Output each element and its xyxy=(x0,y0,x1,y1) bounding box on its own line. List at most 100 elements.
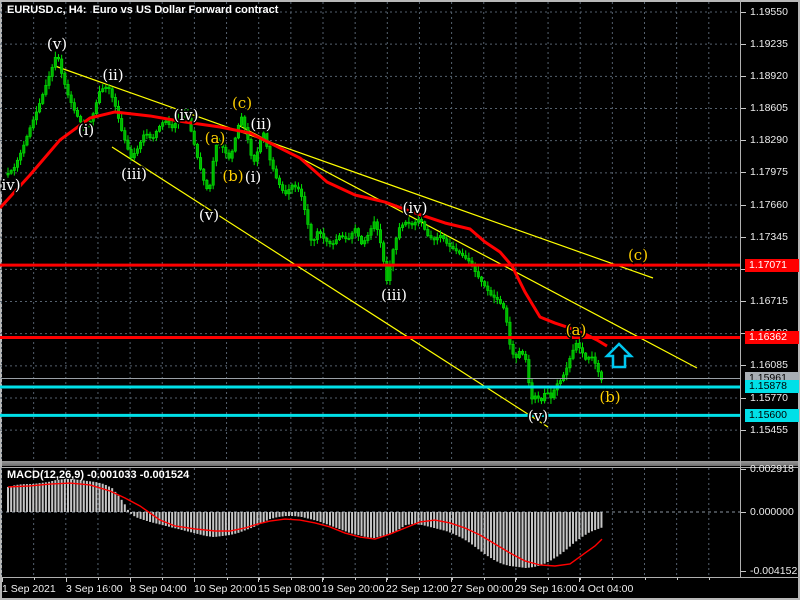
up-arrow-icon[interactable] xyxy=(607,344,631,367)
axis-tick xyxy=(741,205,746,206)
candle-body xyxy=(234,138,236,151)
candle-body xyxy=(29,128,31,137)
candle-body xyxy=(304,197,306,210)
macd-histogram-bar xyxy=(329,512,331,525)
wave-label[interactable]: (i) xyxy=(78,121,95,139)
candle-body xyxy=(10,171,12,174)
macd-histogram-bar xyxy=(496,512,498,562)
candle-body xyxy=(297,187,299,189)
candle-body xyxy=(433,238,435,240)
macd-histogram-bar xyxy=(348,512,350,533)
candle-body xyxy=(291,185,293,189)
wave-label[interactable]: (i) xyxy=(245,168,262,186)
candle-body xyxy=(597,363,599,372)
macd-canvas[interactable] xyxy=(0,467,800,577)
macd-signal-value: -0.001524 xyxy=(140,469,190,481)
macd-histogram-bar xyxy=(278,512,280,517)
candle-body xyxy=(155,131,157,137)
wave-label[interactable]: (iii) xyxy=(381,286,407,304)
candle-body xyxy=(335,240,337,244)
candle-body xyxy=(332,244,334,245)
price-level-chip[interactable]: 1.15600 xyxy=(745,409,799,422)
axis-tick xyxy=(741,108,746,109)
price-tick-label: 1.17345 xyxy=(750,231,788,243)
macd-histogram-bar xyxy=(282,512,284,516)
candle-body xyxy=(468,258,470,261)
price-level-chip[interactable]: 1.16362 xyxy=(745,331,799,344)
candle-body xyxy=(452,246,454,248)
macd-histogram-bar xyxy=(477,512,479,549)
candle-body xyxy=(442,235,444,238)
wave-label[interactable]: (a) xyxy=(566,321,587,339)
wave-label[interactable]: (ii) xyxy=(250,115,271,133)
candle-body xyxy=(136,149,138,154)
macd-histogram-bar xyxy=(455,512,457,535)
price-axis[interactable]: 1.195501.192351.189201.186051.182901.179… xyxy=(740,0,800,577)
candle-body xyxy=(307,210,309,225)
macd-histogram-bar xyxy=(572,512,574,544)
wave-label[interactable]: (c) xyxy=(232,94,252,112)
wave-label[interactable]: (v) xyxy=(199,206,219,224)
wave-label[interactable]: (c) xyxy=(628,246,648,264)
time-minor-tick xyxy=(387,578,388,580)
wave-label[interactable]: (a) xyxy=(205,129,226,147)
price-tick-label: 1.16715 xyxy=(750,295,788,307)
time-major-tick xyxy=(258,578,259,582)
wave-label[interactable]: (iv) xyxy=(403,199,428,217)
candle-body xyxy=(51,67,53,76)
time-axis[interactable]: 1 Sep 20213 Sep 16:008 Sep 04:0010 Sep 2… xyxy=(0,577,800,600)
macd-histogram-bar xyxy=(193,512,195,533)
axis-tick xyxy=(741,301,746,302)
wave-label[interactable]: (b) xyxy=(222,167,243,185)
macd-histogram-bar xyxy=(332,512,334,527)
macd-histogram-bar xyxy=(465,512,467,540)
macd-histogram-bar xyxy=(304,512,306,518)
axis-tick xyxy=(741,365,746,366)
wave-label[interactable]: iv) xyxy=(1,176,20,194)
candle-body xyxy=(76,110,78,116)
macd-histogram-bar xyxy=(503,512,505,564)
time-minor-tick xyxy=(419,578,420,580)
time-minor-tick xyxy=(645,578,646,580)
price-level-chip[interactable]: 1.15878 xyxy=(745,380,799,393)
price-level-chip[interactable]: 1.17071 xyxy=(745,259,799,272)
macd-histogram-bar xyxy=(86,481,88,512)
macd-histogram-bar xyxy=(544,512,546,564)
macd-histogram-bar xyxy=(540,512,542,565)
candle-body xyxy=(490,291,492,296)
wave-label[interactable]: (iii) xyxy=(121,165,147,183)
macd-histogram-bar xyxy=(525,512,527,568)
macd-histogram-bar xyxy=(414,512,416,524)
main-chart-canvas[interactable]: (v) (ii) (i) iv) (iii) (iv) (v) (a) (b) (c) (i) (ii… xyxy=(0,0,800,460)
wave-label[interactable]: (v) xyxy=(47,35,67,53)
candle-body xyxy=(528,359,530,382)
candle-body xyxy=(395,238,397,250)
wave-label[interactable]: (iv) xyxy=(174,106,199,124)
time-minor-tick xyxy=(548,578,549,580)
macd-histogram-bar xyxy=(260,512,262,524)
candle-body xyxy=(310,224,312,240)
trendline[interactable] xyxy=(112,147,548,427)
macd-histogram-bar xyxy=(405,512,407,525)
price-tick-label: 1.16085 xyxy=(750,359,788,371)
candle-body xyxy=(259,140,261,152)
candle-body xyxy=(275,169,277,178)
candle-body xyxy=(111,89,113,98)
panel-separator[interactable] xyxy=(2,460,798,467)
wave-label[interactable]: (v) xyxy=(528,407,548,425)
macd-histogram-bar xyxy=(297,512,299,517)
macd-histogram-bar xyxy=(16,485,18,512)
candle-body xyxy=(575,343,577,350)
candle-body xyxy=(439,235,441,237)
time-tick-label: 29 Sep 16:00 xyxy=(515,583,577,595)
candle-body xyxy=(149,134,151,138)
wave-label[interactable]: (ii) xyxy=(102,66,123,84)
macd-histogram-bar xyxy=(225,512,227,536)
macd-indicator-label: MACD(12,26,9) -0.001033 -0.001524 xyxy=(7,469,189,481)
macd-histogram-bar xyxy=(458,512,460,537)
macd-histogram-bar xyxy=(398,512,400,529)
macd-histogram-bar xyxy=(480,512,482,552)
wave-label[interactable]: (b) xyxy=(599,388,620,406)
candle-body xyxy=(357,229,359,237)
time-minor-tick xyxy=(677,578,678,580)
